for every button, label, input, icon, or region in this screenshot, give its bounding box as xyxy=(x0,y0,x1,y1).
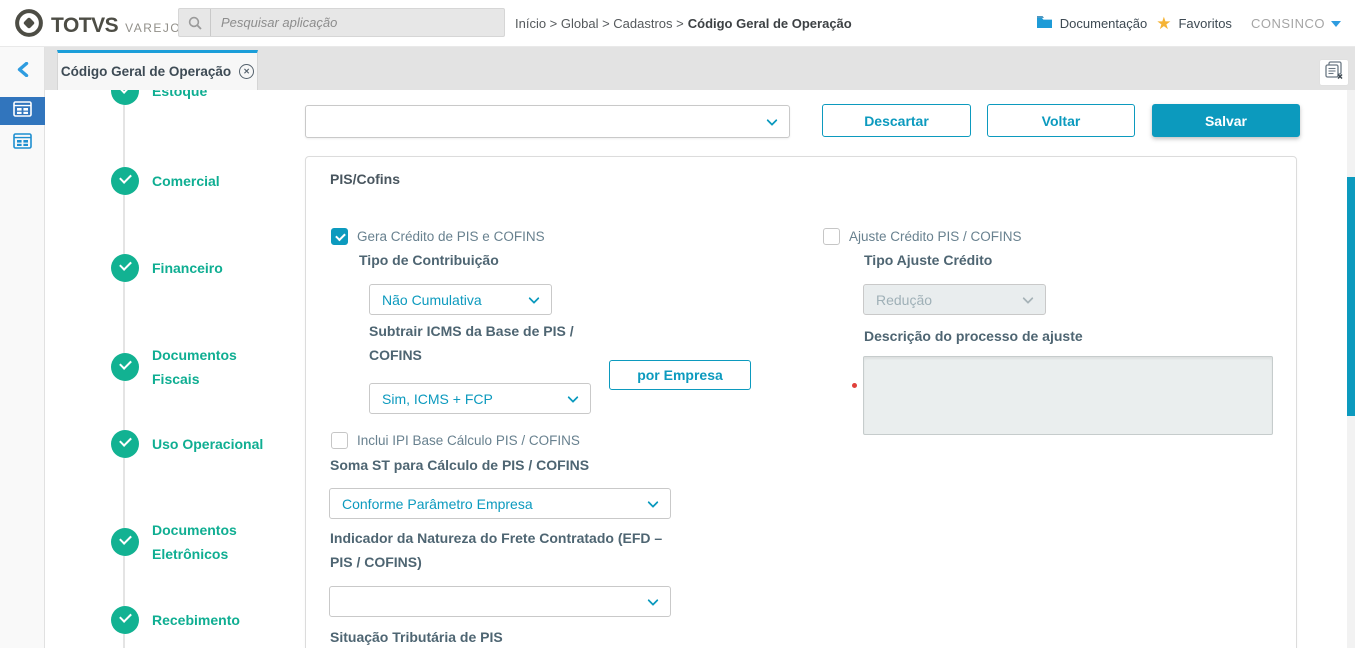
app-root: TOTVS VAREJO Início > Global > Cadastros… xyxy=(0,0,1355,648)
situacao-pis-label: Situação Tributária de PIS xyxy=(330,629,503,645)
header-actions: Documentação ★ Favoritos CONSINCO xyxy=(1036,0,1341,47)
check-circle-icon xyxy=(111,528,139,556)
discard-button[interactable]: Descartar xyxy=(822,104,971,137)
chevron-down-icon xyxy=(1022,292,1034,304)
chevron-down-icon xyxy=(567,391,579,403)
stepper-item-label: Uso Operacional xyxy=(152,436,264,452)
record-selector-dropdown[interactable] xyxy=(305,105,790,138)
required-indicator-dot xyxy=(852,383,857,388)
selected-value: Sim, ICMS + FCP xyxy=(382,390,493,407)
favorites-label: Favoritos xyxy=(1178,16,1232,31)
stepper-item-estoque[interactable]: Estoque xyxy=(111,90,284,105)
vertical-scrollbar[interactable] xyxy=(1347,90,1355,648)
check-circle-icon xyxy=(111,430,139,458)
grid-window-icon xyxy=(13,100,32,122)
descricao-ajuste-textarea-disabled xyxy=(863,356,1273,435)
gera-credito-label: Gera Crédito de PIS e COFINS xyxy=(357,229,545,244)
back-button[interactable]: Voltar xyxy=(987,104,1135,137)
selected-value: Conforme Parâmetro Empresa xyxy=(342,495,533,512)
star-icon: ★ xyxy=(1156,14,1172,33)
stepper-item-financeiro[interactable]: Financeiro xyxy=(111,254,284,282)
stepper-item-label: Recebimento xyxy=(152,612,240,628)
chevron-down-icon xyxy=(528,292,540,304)
tipo-ajuste-select-disabled: Redução xyxy=(863,284,1046,315)
main-content: Estoque Comercial Financeiro Documentos … xyxy=(45,90,1355,648)
inclui-ipi-label: Inclui IPI Base Cálculo PIS / COFINS xyxy=(357,433,580,448)
soma-st-select[interactable]: Conforme Parâmetro Empresa xyxy=(329,488,671,519)
descricao-ajuste-label: Descrição do processo de ajuste xyxy=(864,328,1083,344)
totvs-logo-icon xyxy=(14,8,44,43)
stepper-item-label: Financeiro xyxy=(152,260,223,276)
por-empresa-button[interactable]: por Empresa xyxy=(609,360,751,390)
breadcrumb-current: Código Geral de Operação xyxy=(687,16,852,31)
selected-value: Não Cumulativa xyxy=(382,291,482,308)
brand-product-name: VAREJO xyxy=(125,20,182,35)
stepper-item-label: Documentos Fiscais xyxy=(152,347,237,387)
brand-name: TOTVS xyxy=(51,13,119,37)
documentation-label: Documentação xyxy=(1059,16,1148,31)
search-input[interactable] xyxy=(211,15,504,30)
subtrair-icms-select[interactable]: Sim, ICMS + FCP xyxy=(369,383,591,414)
indicador-frete-label: Indicador da Natureza do Frete Contratad… xyxy=(330,530,663,570)
close-all-tabs-button[interactable] xyxy=(1319,59,1349,86)
pis-cofins-panel: PIS/Cofins Gera Crédito de PIS e COFINS … xyxy=(305,156,1297,648)
tipo-contribuicao-select[interactable]: Não Cumulativa xyxy=(369,284,552,315)
chevron-down-icon xyxy=(647,594,659,606)
section-title: PIS/Cofins xyxy=(330,171,401,187)
stepper-item-uso-operacional[interactable]: Uso Operacional xyxy=(111,430,284,458)
sidebar-collapse-button[interactable] xyxy=(0,59,45,85)
chevron-down-icon xyxy=(766,114,778,126)
chevron-down-icon xyxy=(1331,20,1341,27)
stepper-item-documentos-fiscais[interactable]: Documentos Fiscais xyxy=(111,343,284,391)
check-circle-icon xyxy=(111,254,139,282)
breadcrumb[interactable]: Início > Global > Cadastros > Código Ger… xyxy=(515,0,852,47)
chevron-left-icon xyxy=(16,61,29,82)
selected-value: Redução xyxy=(876,291,933,308)
search-icon xyxy=(188,16,202,30)
indicador-frete-select[interactable] xyxy=(329,586,671,617)
tab-bar: Código Geral de Operação ✕ xyxy=(45,47,1355,90)
check-circle-icon xyxy=(111,353,139,381)
stepper-item-label: Estoque xyxy=(152,90,208,99)
brand-logo[interactable]: TOTVS VAREJO xyxy=(14,8,181,43)
sidebar-item-browse-secondary[interactable] xyxy=(0,129,45,157)
breadcrumb-path[interactable]: Início > Global > Cadastros > xyxy=(515,16,684,31)
save-button[interactable]: Salvar xyxy=(1152,104,1300,137)
ajuste-credito-checkbox[interactable] xyxy=(823,228,840,245)
stepper-item-documentos-eletronicos[interactable]: Documentos Eletrônicos xyxy=(111,518,284,566)
scrollbar-thumb[interactable] xyxy=(1347,177,1355,416)
tipo-ajuste-label: Tipo Ajuste Crédito xyxy=(864,252,993,268)
check-circle-icon xyxy=(111,90,139,105)
ajuste-credito-label: Ajuste Crédito PIS / COFINS xyxy=(849,229,1022,244)
close-all-tabs-icon xyxy=(1324,60,1344,85)
stepper-item-label: Comercial xyxy=(152,173,220,189)
top-header: TOTVS VAREJO Início > Global > Cadastros… xyxy=(0,0,1355,47)
gera-credito-checkbox[interactable] xyxy=(331,228,348,245)
app-search[interactable] xyxy=(178,8,505,37)
inclui-ipi-checkbox[interactable] xyxy=(331,432,348,449)
check-circle-icon xyxy=(111,167,139,195)
user-menu[interactable]: CONSINCO xyxy=(1251,16,1341,31)
favorites-link[interactable]: ★ Favoritos xyxy=(1156,15,1232,32)
tab-close-icon[interactable]: ✕ xyxy=(239,64,255,79)
stepper-item-recebimento[interactable]: Recebimento xyxy=(111,606,284,634)
check-circle-icon xyxy=(111,606,139,634)
soma-st-label: Soma ST para Cálculo de PIS / COFINS xyxy=(330,457,590,473)
left-sidebar xyxy=(0,47,45,648)
user-name: CONSINCO xyxy=(1250,16,1325,31)
tab-codigo-geral-de-operacao[interactable]: Código Geral de Operação ✕ xyxy=(57,50,258,90)
tipo-contribuicao-label: Tipo de Contribuição xyxy=(359,252,499,268)
grid-window-icon xyxy=(13,132,32,154)
sidebar-item-browse-active[interactable] xyxy=(0,97,45,125)
subtrair-icms-label: Subtrair ICMS da Base de PIS / COFINS xyxy=(369,323,574,363)
stepper-item-comercial[interactable]: Comercial xyxy=(111,167,284,195)
tab-label: Código Geral de Operação xyxy=(60,64,232,79)
folder-icon xyxy=(1036,15,1053,32)
stepper-item-label: Documentos Eletrônicos xyxy=(152,522,237,562)
chevron-down-icon xyxy=(647,496,659,508)
documentation-link[interactable]: Documentação xyxy=(1036,15,1147,32)
